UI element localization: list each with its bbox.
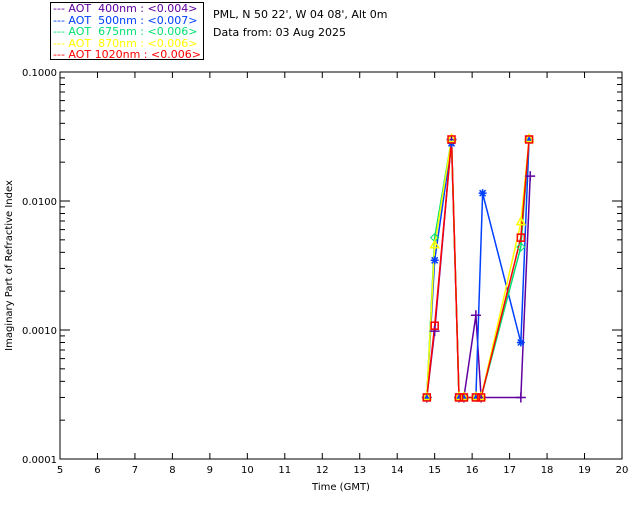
x-tick-label: 6 bbox=[94, 465, 100, 476]
data-point-star bbox=[516, 338, 525, 347]
x-tick-label: 9 bbox=[207, 465, 213, 476]
x-tick-label: 7 bbox=[132, 465, 138, 476]
x-axis-label: Time (GMT) bbox=[311, 482, 370, 493]
x-tick-label: 14 bbox=[391, 465, 404, 476]
data-point-star bbox=[430, 256, 439, 265]
x-tick-label: 20 bbox=[616, 465, 629, 476]
x-tick-label: 10 bbox=[241, 465, 254, 476]
plus-marker bbox=[515, 392, 526, 403]
x-tick-label: 18 bbox=[541, 465, 554, 476]
x-tick-label: 11 bbox=[278, 465, 291, 476]
x-tick-label: 15 bbox=[428, 465, 441, 476]
y-tick-label: 0.0010 bbox=[22, 326, 57, 337]
y-tick-label: 0.0001 bbox=[22, 455, 57, 466]
star-marker bbox=[478, 189, 487, 198]
x-tick-label: 5 bbox=[57, 465, 63, 476]
star-marker bbox=[516, 338, 525, 347]
y-tick-label: 0.1000 bbox=[22, 68, 57, 79]
y-axis-label: Imaginary Part of Refractive Index bbox=[4, 180, 15, 351]
x-tick-label: 8 bbox=[169, 465, 175, 476]
x-tick-label: 13 bbox=[353, 465, 366, 476]
x-tick-label: 19 bbox=[578, 465, 591, 476]
y-tick-label: 0.0100 bbox=[22, 197, 57, 208]
plot-frame bbox=[59, 71, 623, 460]
x-tick-label: 16 bbox=[466, 465, 479, 476]
x-tick-label: 17 bbox=[503, 465, 516, 476]
data-point-star bbox=[478, 189, 487, 198]
x-tick-label: 12 bbox=[316, 465, 329, 476]
chart: 5 6 7 8 9 10 11 12 13 14 15 16 17 18 19 20 0.0001 0.0010 0… bbox=[4, 68, 629, 493]
star-marker bbox=[430, 256, 439, 265]
data-point-plus bbox=[515, 392, 526, 403]
